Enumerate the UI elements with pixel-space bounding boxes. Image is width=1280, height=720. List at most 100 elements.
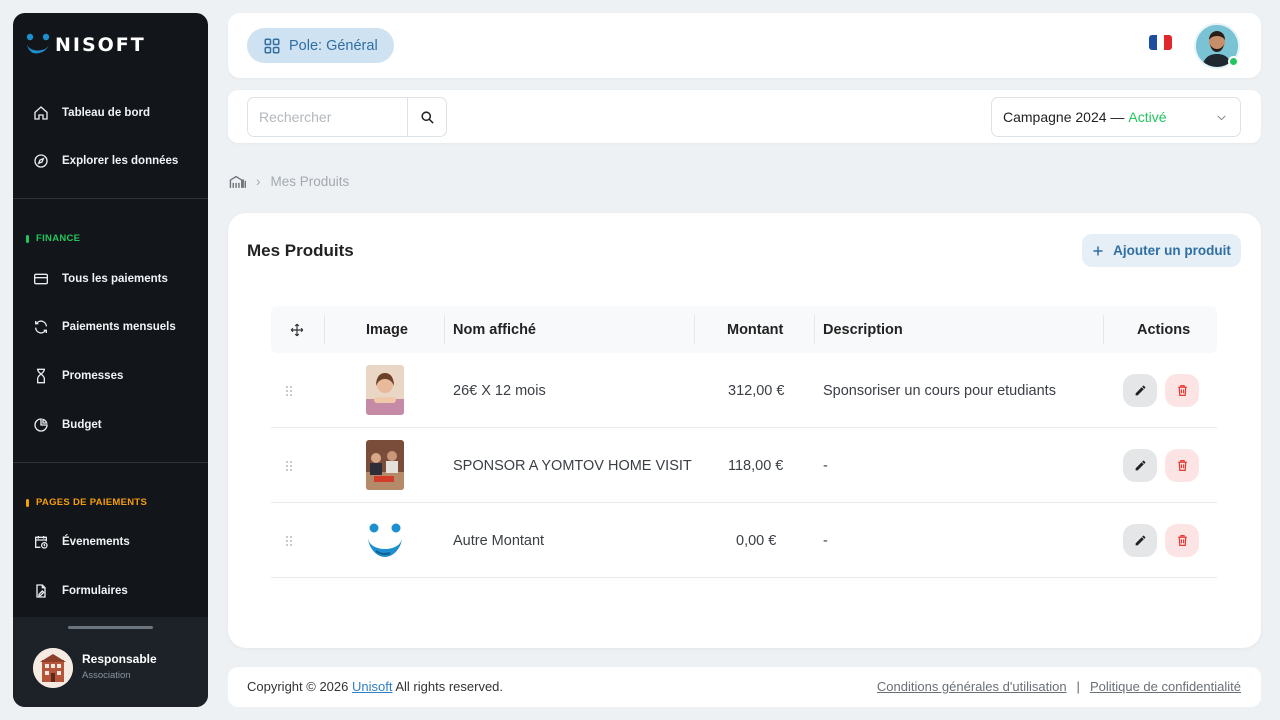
home-icon	[34, 106, 48, 120]
terms-link[interactable]: Conditions générales d'utilisation	[877, 679, 1067, 694]
pencil-icon	[1135, 385, 1145, 396]
trash-icon	[1177, 460, 1187, 471]
product-image	[366, 515, 404, 565]
sidebar-item-label: Explorer les données	[62, 155, 179, 167]
delete-button[interactable]	[1165, 449, 1199, 482]
sidebar-item-dashboard[interactable]: Tableau de bord	[33, 105, 150, 121]
section-title: FINANCE	[36, 233, 81, 244]
breadcrumb: › Mes Produits	[229, 174, 349, 189]
building-icon[interactable]	[229, 174, 246, 189]
unisoft-logo-icon	[26, 33, 50, 54]
drag-handle-icon[interactable]	[281, 428, 297, 503]
column-separator	[814, 315, 815, 344]
products-table: Image Nom affiché Montant Description Ac…	[271, 306, 1217, 578]
brand-logo[interactable]: NISOFT	[25, 33, 146, 57]
footer: Copyright © 2026 Unisoft All rights rese…	[228, 667, 1261, 707]
product-amount: 312,00 €	[728, 382, 785, 399]
sidebar: NISOFT Tableau de bord Explorer les donn…	[13, 13, 208, 707]
product-description: Sponsoriser un cours pour etudiants	[823, 382, 1056, 399]
sidebar-item-all-payments[interactable]: Tous les paiements	[33, 271, 168, 287]
girl-photo-icon	[366, 365, 404, 415]
footer-links: Conditions générales d'utilisation | Pol…	[877, 679, 1241, 694]
avatar	[33, 648, 73, 688]
column-image: Image	[366, 321, 408, 338]
pie-chart-icon	[34, 418, 48, 432]
products-card: Mes Produits Ajouter un produit Image No…	[228, 213, 1261, 648]
hourglass-icon	[37, 368, 45, 384]
unisoft-logo-icon	[366, 515, 404, 565]
drag-handle-icon[interactable]	[281, 503, 297, 578]
sidebar-item-budget[interactable]: Budget	[33, 417, 102, 433]
sidebar-item-forms[interactable]: Formulaires	[33, 583, 128, 599]
privacy-link[interactable]: Politique de confidentialité	[1090, 679, 1241, 694]
product-amount: 0,00 €	[736, 532, 777, 549]
sidebar-item-label: Formulaires	[62, 585, 128, 597]
france-flag-icon[interactable]	[1149, 35, 1172, 50]
section-marker	[26, 498, 29, 507]
table-row[interactable]: 26€ X 12 mois 312,00 € Sponsoriser un co…	[271, 353, 1217, 428]
table-row[interactable]: SPONSOR A YOMTOV HOME VISIT 118,00 € -	[271, 428, 1217, 503]
sidebar-item-explore[interactable]: Explorer les données	[33, 153, 178, 169]
add-product-button[interactable]: Ajouter un produit	[1082, 234, 1241, 267]
profile-role: Association	[82, 670, 131, 681]
compass-icon	[34, 154, 48, 168]
plus-icon	[1093, 246, 1103, 255]
footer-separator: |	[1076, 679, 1080, 694]
copyright-text: Copyright © 2026	[247, 679, 349, 694]
filter-bar: Campagne 2024 — Activé	[228, 90, 1261, 143]
scrollbar-handle[interactable]	[68, 626, 153, 629]
product-name: 26€ X 12 mois	[453, 382, 546, 399]
drag-handle-icon[interactable]	[281, 353, 297, 428]
trash-icon	[1177, 385, 1187, 396]
refresh-card-icon	[35, 320, 47, 334]
sidebar-profile[interactable]: Responsable Association	[13, 617, 208, 707]
product-description: -	[823, 457, 828, 474]
header: Pole: Général	[228, 13, 1261, 78]
sidebar-item-promises[interactable]: Promesses	[33, 368, 123, 384]
edit-button[interactable]	[1123, 524, 1157, 557]
divider	[13, 198, 208, 199]
sidebar-item-events[interactable]: Évenements	[33, 534, 130, 550]
online-status-dot	[1228, 56, 1239, 67]
column-name: Nom affiché	[453, 321, 536, 338]
brand-name: NISOFT	[55, 34, 146, 56]
product-description: -	[823, 532, 828, 549]
sidebar-item-label: Paiements mensuels	[62, 321, 176, 333]
product-image	[366, 365, 404, 415]
edit-button[interactable]	[1123, 374, 1157, 407]
table-row[interactable]: Autre Montant 0,00 € -	[271, 503, 1217, 578]
section-finance: FINANCE	[26, 233, 80, 244]
campaign-select[interactable]: Campagne 2024 — Activé	[991, 97, 1241, 137]
sidebar-item-label: Budget	[62, 419, 102, 431]
move-icon	[290, 323, 304, 336]
table-header: Image Nom affiché Montant Description Ac…	[271, 306, 1217, 353]
search-icon	[420, 110, 434, 124]
page-title: Mes Produits	[247, 241, 354, 260]
trash-icon	[1177, 535, 1187, 546]
calendar-clock-icon	[35, 536, 48, 549]
sidebar-item-label: Évenements	[62, 536, 130, 548]
grid-icon	[264, 38, 280, 53]
move-column-icon	[290, 306, 304, 353]
section-payment-pages: PAGES DE PAIEMENTS	[26, 497, 147, 508]
pole-selector-button[interactable]: Pole: Général	[247, 28, 394, 63]
sidebar-item-monthly-payments[interactable]: Paiements mensuels	[33, 319, 176, 335]
building-avatar-icon	[33, 648, 73, 688]
delete-button[interactable]	[1165, 524, 1199, 557]
search-button[interactable]	[407, 97, 447, 137]
unisoft-link[interactable]: Unisoft	[352, 679, 392, 694]
column-separator	[1103, 315, 1104, 344]
delete-button[interactable]	[1165, 374, 1199, 407]
product-name: Autre Montant	[453, 532, 545, 549]
card-icon	[34, 273, 48, 285]
breadcrumb-current: Mes Produits	[270, 174, 350, 189]
rights-text: All rights reserved.	[395, 679, 504, 694]
section-title: PAGES DE PAIEMENTS	[36, 497, 148, 508]
edit-button[interactable]	[1123, 449, 1157, 482]
search-input[interactable]	[247, 97, 408, 137]
campaign-status: Activé	[1128, 109, 1167, 125]
section-marker	[26, 234, 29, 243]
sidebar-item-label: Tableau de bord	[62, 107, 150, 119]
divider	[13, 462, 208, 463]
pole-label: Pole: Général	[289, 37, 378, 54]
